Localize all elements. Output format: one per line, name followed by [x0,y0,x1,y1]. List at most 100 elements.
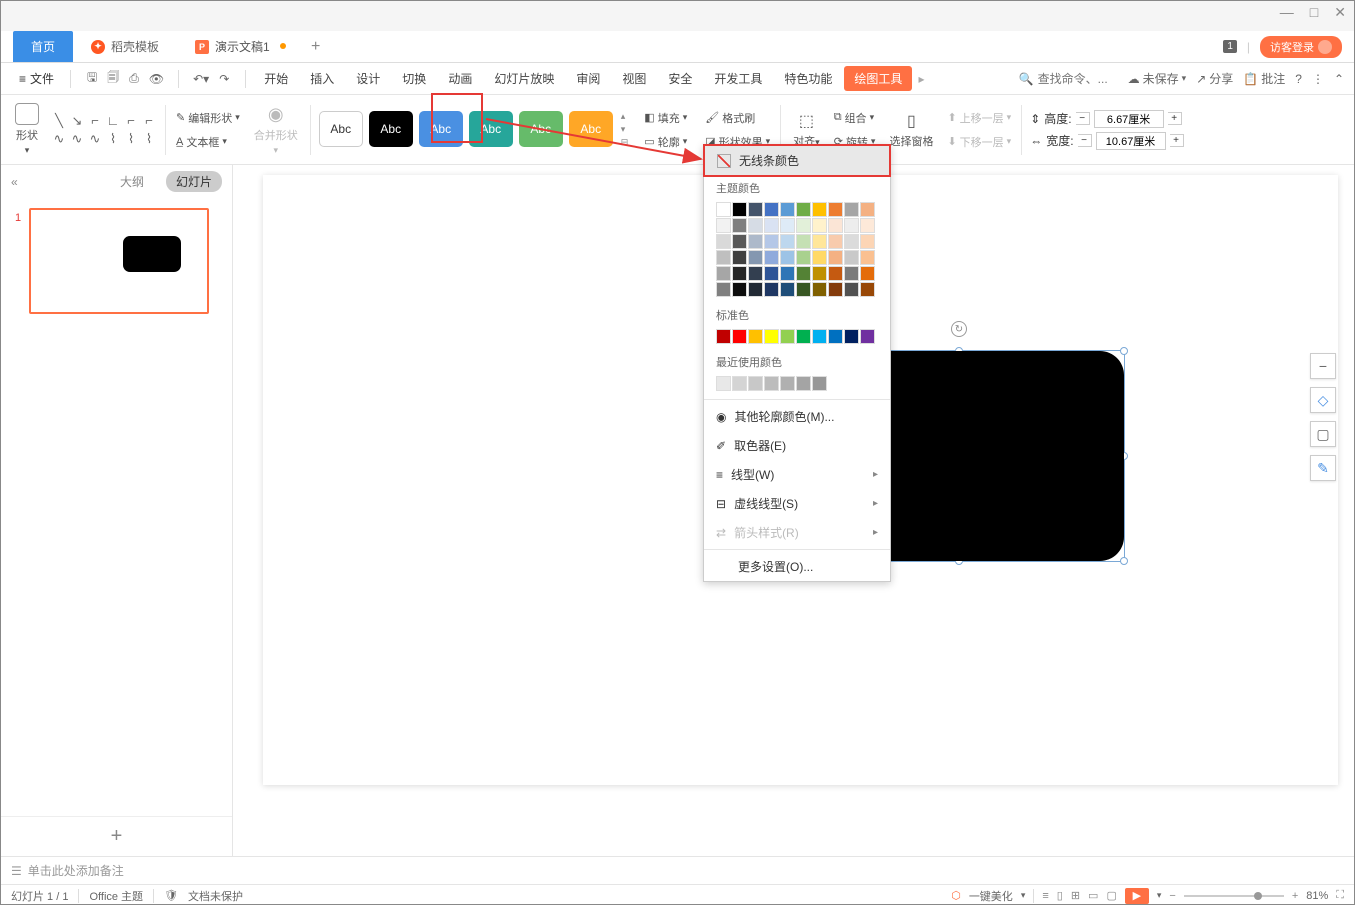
resize-handle-se[interactable] [1120,557,1128,565]
notification-badge[interactable]: 1 [1223,40,1237,53]
save-as-icon[interactable]: 🗐 [107,68,119,89]
color-swatch[interactable] [780,202,795,217]
slides-tab[interactable]: 幻灯片 [166,171,222,192]
color-swatch[interactable] [860,250,875,265]
add-slide-button[interactable]: + [1,816,232,856]
color-swatch[interactable] [716,234,731,249]
color-swatch[interactable] [860,266,875,281]
color-swatch[interactable] [716,376,731,391]
protection-status[interactable]: 文档未保护 [188,888,243,904]
color-swatch[interactable] [812,218,827,233]
color-swatch[interactable] [716,329,731,344]
tab-drawing-tools[interactable]: 绘图工具 [844,66,912,91]
resize-handle-ne[interactable] [1120,347,1128,355]
color-swatch[interactable] [812,266,827,281]
print-icon[interactable]: ⎙ [129,71,139,86]
color-swatch[interactable] [828,250,843,265]
tab-security[interactable]: 安全 [658,66,702,91]
merge-shapes-button[interactable]: ◉ 合并形状▾ [250,104,302,156]
tab-docker-templates[interactable]: ✦ 稻壳模板 [73,31,177,62]
color-swatch[interactable] [812,376,827,391]
color-swatch[interactable] [796,218,811,233]
style-preset-black[interactable]: Abc [369,111,413,147]
tab-presentation1[interactable]: P 演示文稿1 [177,31,300,62]
color-swatch[interactable] [828,329,843,344]
more-outline-colors-item[interactable]: ◉ 其他轮廓颜色(M)... [704,402,890,431]
notes-bar[interactable]: ☰ 单击此处添加备注 [1,856,1354,884]
insert-shape-button[interactable]: 形状▾ [15,103,39,156]
color-swatch[interactable] [860,329,875,344]
color-swatch[interactable] [780,329,795,344]
close-button[interactable]: ✕ [1334,4,1346,21]
color-swatch[interactable] [748,376,763,391]
zoom-out-button[interactable]: − [1169,890,1175,902]
color-swatch[interactable] [732,329,747,344]
fill-button[interactable]: ◧ 填充 ▾ [642,109,689,127]
tab-start[interactable]: 开始 [254,66,298,91]
color-swatch[interactable] [860,234,875,249]
collapse-panel-icon[interactable]: « [11,175,18,189]
color-swatch[interactable] [812,202,827,217]
color-swatch[interactable] [796,266,811,281]
color-swatch[interactable] [844,250,859,265]
color-swatch[interactable] [716,250,731,265]
color-swatch[interactable] [716,266,731,281]
color-swatch[interactable] [812,250,827,265]
color-swatch[interactable] [748,202,763,217]
color-swatch[interactable] [860,218,875,233]
color-swatch[interactable] [748,218,763,233]
zoom-value[interactable]: 81% [1306,890,1328,902]
color-swatch[interactable] [732,376,747,391]
help-icon[interactable]: ? [1295,72,1302,86]
slide-thumbnail-1[interactable] [29,208,209,314]
minimize-button[interactable]: — [1280,4,1294,21]
height-input[interactable] [1094,110,1164,128]
color-swatch[interactable] [780,266,795,281]
style-preset-orange[interactable]: Abc [569,111,613,147]
line-type-item[interactable]: ≡ 线型(W) ▸ [704,460,890,489]
sorter-view-icon[interactable]: ⊞ [1071,889,1080,902]
selection-pane-button[interactable]: ▯ 选择窗格 [885,111,937,149]
share-button[interactable]: ↗ 分享 [1196,70,1233,87]
color-swatch[interactable] [732,202,747,217]
search-input[interactable] [1038,72,1118,86]
fit-screen-icon[interactable]: ⛶ [1336,889,1344,902]
gallery-down-icon[interactable]: ▾ [621,124,629,135]
textbox-button[interactable]: A̲ 文本框 ▾ [174,133,242,151]
rotate-handle[interactable]: ↻ [951,321,967,337]
send-backward-button[interactable]: ⬇ 下移一层 ▾ [945,133,1013,151]
color-swatch[interactable] [764,282,779,297]
new-tab-button[interactable]: + [300,31,332,62]
style-preset-white[interactable]: Abc [319,111,363,147]
color-swatch[interactable] [748,250,763,265]
color-swatch[interactable] [748,234,763,249]
print-preview-icon[interactable]: 👁 [149,72,164,86]
color-swatch[interactable] [748,329,763,344]
zoom-thumb[interactable] [1254,892,1262,900]
tab-slideshow[interactable]: 幻灯片放映 [484,66,564,91]
color-swatch[interactable] [812,282,827,297]
height-increase[interactable]: + [1168,112,1182,125]
undo-icon[interactable]: ↶▾ [193,72,209,86]
color-swatch[interactable] [796,282,811,297]
slideshow-view-icon[interactable]: ▢ [1106,889,1116,902]
tab-transition[interactable]: 切换 [392,66,436,91]
color-swatch[interactable] [764,329,779,344]
color-swatch[interactable] [796,250,811,265]
gallery-up-icon[interactable]: ▴ [621,111,629,122]
lines-gallery[interactable]: ╲↘⌐∟⌐⌐ ∿∿∿⌇⌇⌇ [51,113,157,147]
color-swatch[interactable] [764,218,779,233]
color-swatch[interactable] [796,376,811,391]
color-swatch[interactable] [812,329,827,344]
color-swatch[interactable] [716,202,731,217]
collapse-ribbon-icon[interactable]: ⌃ [1334,72,1344,86]
color-swatch[interactable] [844,218,859,233]
color-swatch[interactable] [780,234,795,249]
color-swatch[interactable] [796,234,811,249]
zoom-in-button[interactable]: + [1292,890,1298,902]
color-swatch[interactable] [812,234,827,249]
guest-login-button[interactable]: 访客登录 [1260,36,1342,58]
group-button[interactable]: ⧉ 组合 ▾ [832,109,878,127]
style-preset-green[interactable]: Abc [519,111,563,147]
eyedropper-item[interactable]: ✐ 取色器(E) [704,431,890,460]
